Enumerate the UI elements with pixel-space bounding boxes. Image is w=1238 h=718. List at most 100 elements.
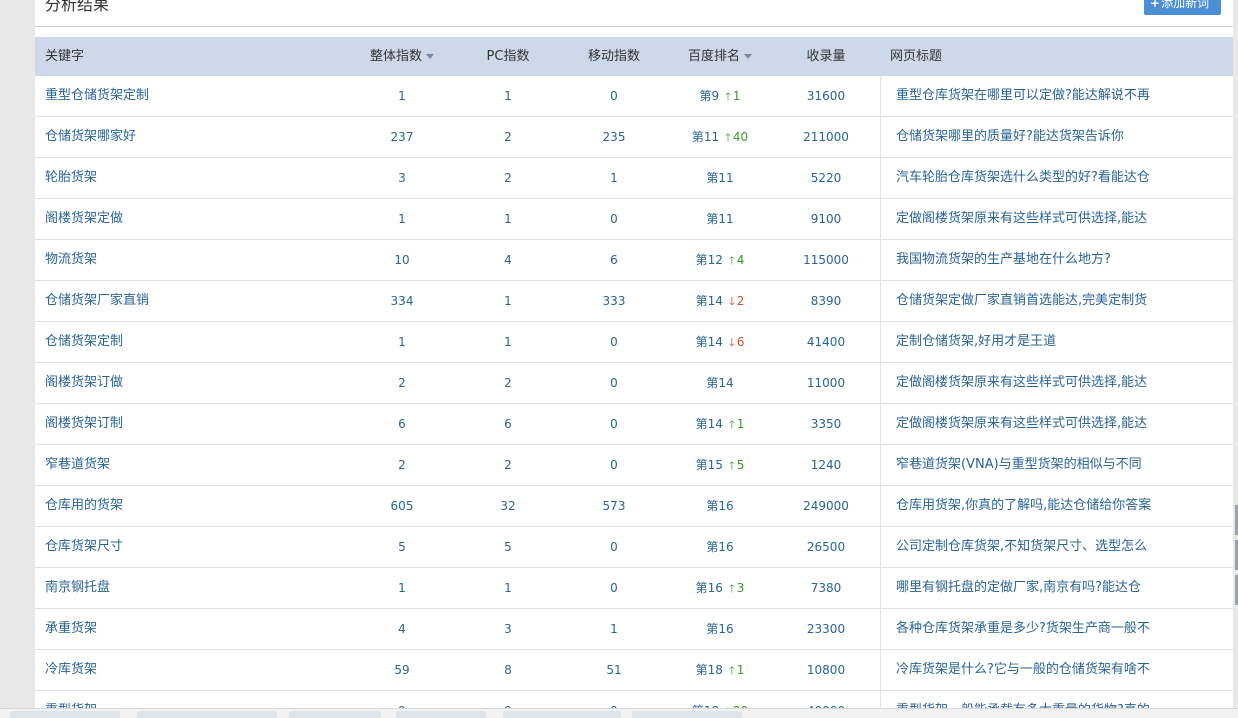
baidu-rank-cell: 第9 🡑 1 [670,76,770,116]
section-title: 分析结果 [45,0,110,14]
indexed-count-value: 10800 [806,663,846,677]
total-index-value: 2 [398,458,406,472]
table-row: 物流货架 10 4 6 第12 🡑 4 115000 我国物流货架的生产基地在什么地方? [35,240,1233,281]
keyword-link[interactable]: 仓库货架尺寸 [45,527,345,567]
page-title-link[interactable]: 仓储货架定做厂家直销首选能达,完美定制货 [896,281,1226,321]
rank-value: 第14 [706,376,734,390]
pc-index-value: 1 [504,294,512,308]
pc-index-value: 2 [504,130,512,144]
keyword-link[interactable]: 仓储货架厂家直销 [45,281,345,321]
page-title-link[interactable]: 定做阁楼货架原来有这些样式可供选择,能达 [896,404,1226,444]
pc-index-value: 1 [504,212,512,226]
sort-caret-icon [426,54,434,59]
rank-up-arrow-icon: 🡑 [728,418,735,431]
indexed-count-value: 1240 [810,458,842,472]
column-divider [880,404,881,444]
keyword-link[interactable]: 仓储货架哪家好 [45,117,345,157]
keyword-link[interactable]: 重型仓储货架定制 [45,76,345,116]
rank-change-value: 1 [732,89,741,103]
page-title-link[interactable]: 仓库用货架,你真的了解吗,能达仓储给你答案 [896,486,1226,526]
total-index-value: 5 [398,540,406,554]
rank-value: 第11 [706,212,734,226]
keyword-link[interactable]: 阁楼货架订做 [45,363,345,403]
page-title-link[interactable]: 定做阁楼货架原来有这些样式可供选择,能达 [896,199,1226,239]
total-index-value: 2 [398,376,406,390]
rank-up-arrow-icon: 🡑 [725,90,731,103]
rank-down-arrow-icon: 🡓 [728,336,735,349]
column-divider [880,486,881,526]
page-title-link[interactable]: 重型仓库货架在哪里可以定做?能达解说不再 [896,76,1226,116]
baidu-rank-cell: 第16 [670,527,770,567]
rank-change-value: 3 [736,581,745,595]
column-baidu-rank[interactable]: 百度排名 [670,37,770,76]
indexed-count-value: 7380 [810,581,842,595]
keyword-link[interactable]: 承重货架 [45,609,345,649]
mobile-index-value: 0 [610,417,618,431]
table-header: 关键字 整体指数 PC指数 移动指数 百度排名 收录量 网页标题 [35,37,1233,76]
mobile-index-value: 0 [610,581,618,595]
total-index-value: 605 [390,499,414,513]
column-baidu-rank-label: 百度排名 [687,49,740,64]
keyword-link[interactable]: 冷库货架 [45,650,345,690]
rank-change-value: 2 [736,294,745,308]
pc-index-value: 1 [504,581,512,595]
keyword-link[interactable]: 物流货架 [45,240,345,280]
indexed-count-value: 41400 [806,335,846,349]
page-title-link[interactable]: 各种仓库货架承重是多少?货架生产商一般不 [896,609,1226,649]
page-title-link[interactable]: 我国物流货架的生产基地在什么地方? [896,240,1226,280]
page-title-link[interactable]: 公司定制仓库货架,不知货架尺寸、选型怎么 [896,527,1226,567]
indexed-count-value: 23300 [806,622,846,636]
mobile-index-value: 235 [602,130,626,144]
total-index-value: 10 [394,253,410,267]
rank-change-value: 40 [732,130,749,144]
indexed-count-value: 11000 [806,376,846,390]
keyword-link[interactable]: 南京钢托盘 [45,568,345,608]
page-title-link[interactable]: 定制仓储货架,好用才是王道 [896,322,1226,362]
column-divider [880,363,881,403]
page-title-link[interactable]: 哪里有钢托盘的定做厂家,南京有吗?能达仓 [896,568,1226,608]
add-keyword-button[interactable]: +添加新词 [1144,0,1221,15]
total-index-value: 1 [398,212,406,226]
page-title-link[interactable]: 汽车轮胎仓库货架选什么类型的好?看能达仓 [896,158,1226,198]
rank-up-arrow-icon: 🡑 [728,664,735,677]
keyword-link[interactable]: 仓储货架定制 [45,322,345,362]
total-index-value: 334 [390,294,414,308]
table-body: 重型仓储货架定制 1 1 0 第9 🡑 1 3 1 6 0 0 重型仓库货架在哪里可以定做?能达解说不再… [35,76,1233,717]
table-row: 仓库用的货架 605 32 573 第16 249000 仓库用货架,你真的了解吗,能达仓储… [35,486,1233,527]
add-keyword-label: 添加新词 [1161,0,1210,10]
table-row: 南京钢托盘 1 1 0 第16 🡑 3 7380 哪里有钢托盘的定做厂家,南京有吗?能达仓 [35,568,1233,609]
indexed-count-value: 26500 [806,540,846,554]
rank-change-value: 5 [736,458,745,472]
keyword-link[interactable]: 阁楼货架订制 [45,404,345,444]
keyword-link[interactable]: 窄巷道货架 [45,445,345,485]
plus-icon: + [1150,0,1161,10]
column-total-index-label: 整体指数 [369,49,422,64]
rank-value: 第16 [706,622,734,636]
table-row: 仓储货架厂家直销 334 1 333 第14 🡓 2 8390 仓储货架定做厂家直销首选能达,完… [35,281,1233,322]
mobile-index-value: 6 [610,253,618,267]
keyword-link[interactable]: 轮胎货架 [45,158,345,198]
rank-value: 第16 [706,540,734,554]
indexed-count-value: 5220 [810,171,842,185]
table-row: 重型仓储货架定制 1 1 0 第9 🡑 1 31600 重型仓库货架在哪里可以定做?能达解说不再 [35,76,1233,117]
baidu-rank-cell: 第14 🡓 2 [670,281,770,321]
keyword-link[interactable]: 阁楼货架定做 [45,199,345,239]
page-title-link[interactable]: 窄巷道货架(VNA)与重型货架的相似与不同 [896,445,1226,485]
column-total-index[interactable]: 整体指数 [352,37,452,76]
pc-index-value: 2 [504,376,512,390]
baidu-rank-cell: 第11 [670,199,770,239]
rank-change-value: 1 [736,417,745,431]
rank-change-value: 1 [736,663,745,677]
rank-up-arrow-icon: 🡑 [725,131,731,144]
table-row: 仓储货架定制 1 1 0 第14 🡓 6 41400 定制仓储货架,好用才是王道 [35,322,1233,363]
mobile-index-value: 1 [610,171,618,185]
baidu-rank-cell: 第11 [670,158,770,198]
page-title-link[interactable]: 冷库货架是什么?它与一般的仓储货架有啥不 [896,650,1226,690]
page-title-link[interactable]: 定做阁楼货架原来有这些样式可供选择,能达 [896,363,1226,403]
page-title-link[interactable]: 仓储货架哪里的质量好?能达货架告诉你 [896,117,1226,157]
rank-change-value: 6 [736,335,745,349]
results-header: 分析结果 +添加新词 [35,0,1233,27]
table-row: 阁楼货架订制 6 6 0 第14 🡑 1 3350 定做阁楼货架原来有这些样式可供选择,能达 [35,404,1233,445]
keyword-link[interactable]: 仓库用的货架 [45,486,345,526]
pc-index-value: 32 [500,499,516,513]
